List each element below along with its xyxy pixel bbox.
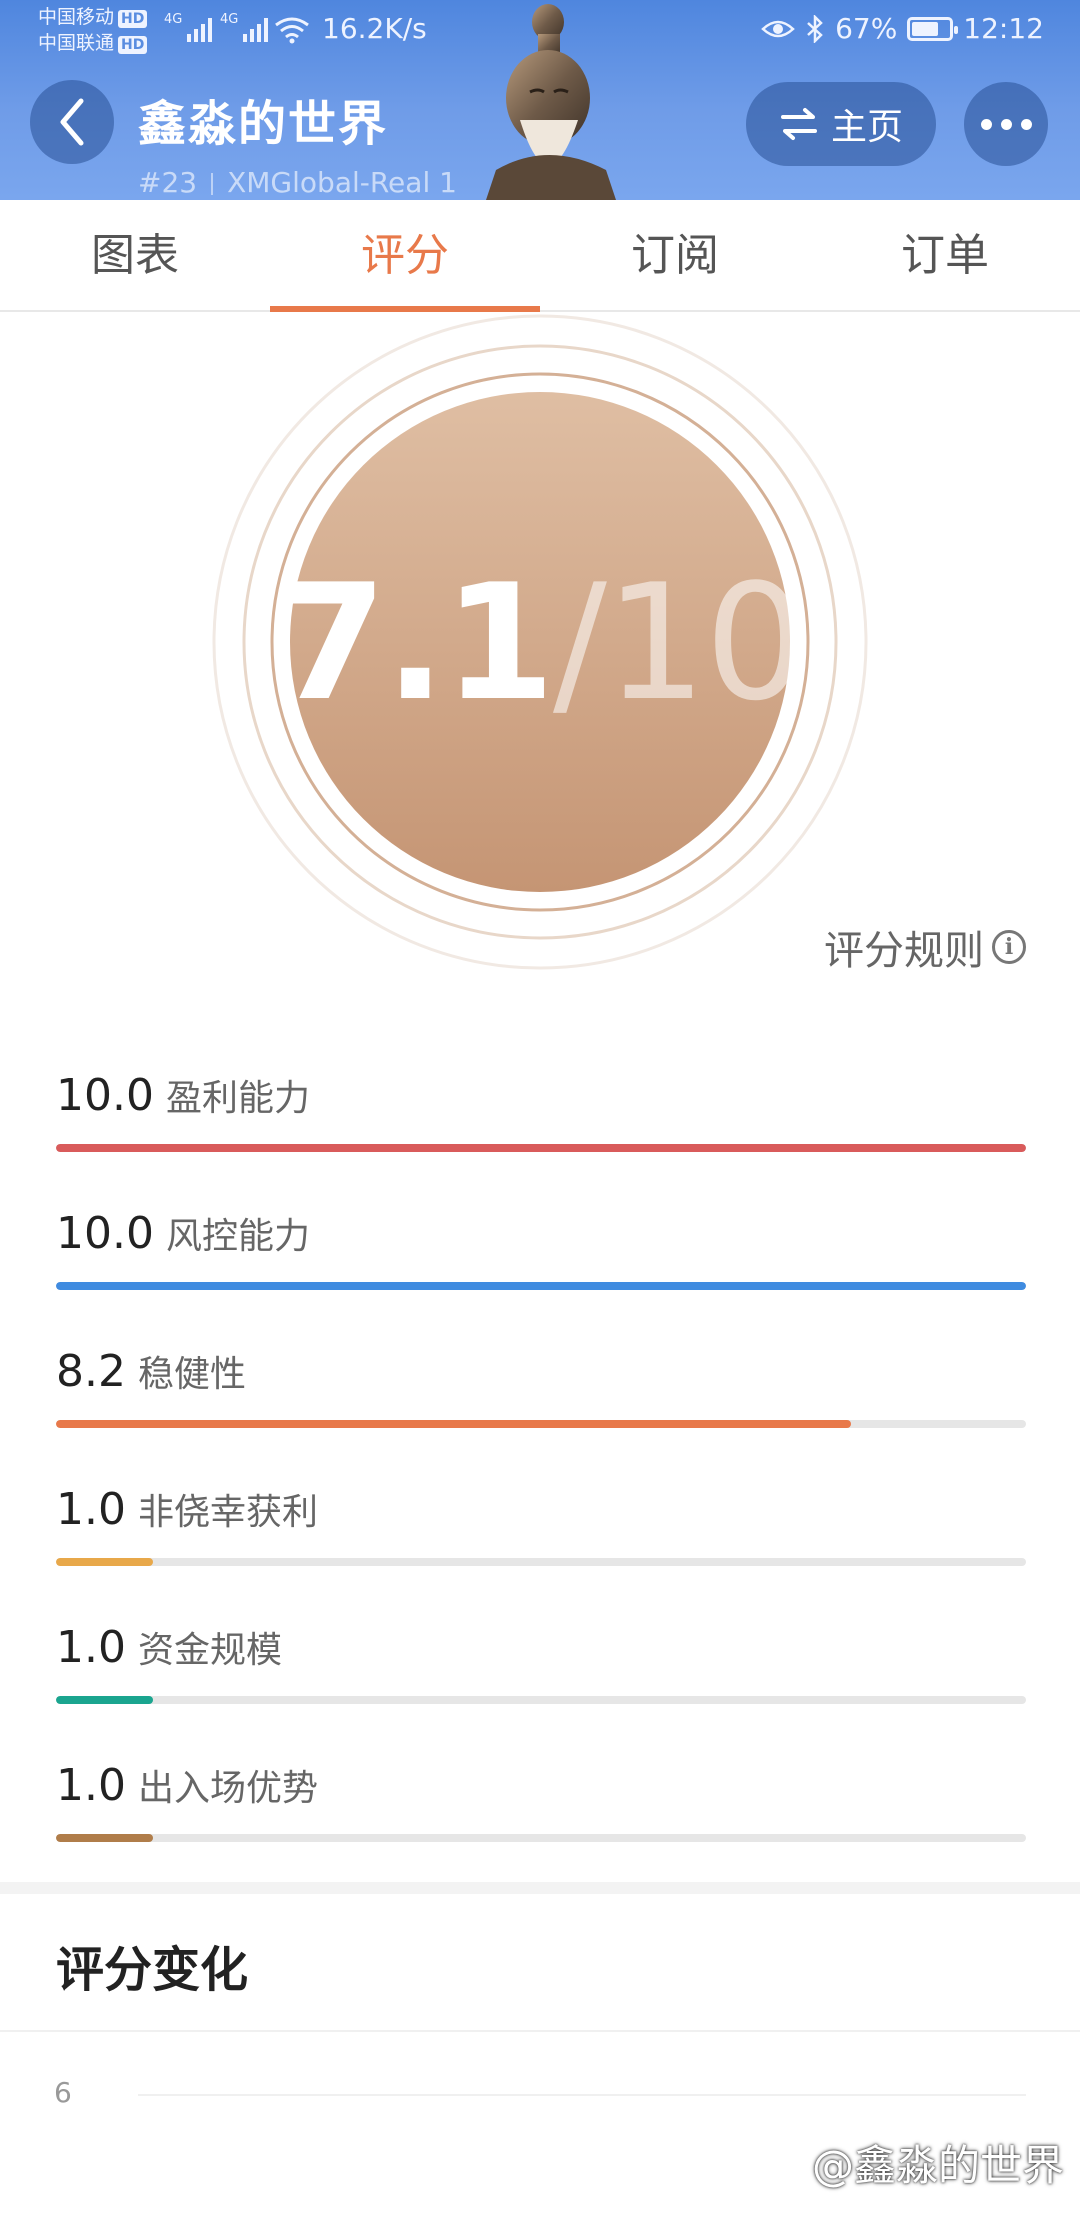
signal-icon: 4G — [220, 12, 269, 42]
watermark-text: @鑫淼的世界 — [811, 2141, 1064, 2190]
watermark: @鑫淼的世界 — [772, 2132, 1064, 2193]
net-speed: 16.2K/s — [322, 12, 427, 45]
metric-name: 风控能力 — [165, 1216, 310, 1257]
metric-bar — [56, 1696, 1026, 1704]
metric-non-luck-profit: 1.0 非侥幸获利 — [56, 1480, 1026, 1590]
home-label: 主页 — [830, 107, 903, 148]
metric-name: 非侥幸获利 — [137, 1492, 318, 1533]
metric-name: 稳健性 — [137, 1354, 246, 1395]
more-dots-icon — [980, 118, 992, 130]
more-button[interactable] — [964, 82, 1048, 166]
rank-label: #23 — [138, 166, 198, 199]
clock: 12:12 — [963, 12, 1044, 45]
metric-value: 1.0 — [56, 1484, 126, 1535]
swap-icon — [780, 108, 817, 140]
app-header: 中国移动 HD 中国联通 HD 4G 4G 16.2K/s 67% 12:12 … — [0, 0, 1080, 200]
score-number: 7.1 — [275, 548, 555, 736]
status-right: 67% 12:12 — [761, 12, 1044, 45]
tab-subscribe[interactable]: 订阅 — [540, 200, 810, 310]
metric-name: 出入场优势 — [137, 1768, 318, 1809]
chevron-left-icon — [60, 98, 84, 146]
metric-stability: 8.2 稳健性 — [56, 1342, 1026, 1452]
network-type: 4G — [164, 12, 183, 27]
metric-bar-fill — [56, 1420, 852, 1428]
metric-bar-fill — [56, 1834, 153, 1842]
account-label: XMGlobal-Real 1 — [227, 166, 457, 199]
grid-line — [138, 2094, 1026, 2096]
metric-risk-control: 10.0 风控能力 — [56, 1204, 1026, 1314]
eye-icon — [761, 20, 795, 37]
network-type: 4G — [220, 12, 239, 27]
score-value: 7.1/10 — [210, 312, 870, 972]
battery-icon — [907, 16, 959, 41]
metric-bar-fill — [56, 1144, 1026, 1152]
scoring-rules-link[interactable]: 评分规则 i — [824, 918, 1026, 976]
metric-bar — [56, 1282, 1026, 1290]
section-divider — [0, 1882, 1080, 1894]
metric-bar — [56, 1834, 1026, 1842]
metric-bar-fill — [56, 1696, 153, 1704]
metric-value: 1.0 — [56, 1622, 126, 1673]
battery-percent: 67% — [835, 12, 898, 45]
y-axis-tick: 6 — [54, 2076, 72, 2109]
bluetooth-icon — [807, 14, 823, 43]
hd-badge: HD — [118, 10, 148, 28]
metric-bar — [56, 1558, 1026, 1566]
metric-bar-fill — [56, 1282, 1026, 1290]
tab-chart[interactable]: 图表 — [0, 200, 270, 310]
metric-bar-fill — [56, 1558, 153, 1566]
hd-badge: HD — [118, 36, 148, 54]
metric-value: 10.0 — [56, 1208, 154, 1259]
score-history-title: 评分变化 — [56, 1942, 249, 1998]
home-button[interactable]: 主页 — [746, 82, 936, 166]
tab-bar: 图表 评分 订阅 订单 — [0, 200, 1080, 312]
rules-label: 评分规则 — [824, 928, 984, 974]
carrier-2: 中国联通 — [38, 32, 115, 54]
metric-profitability: 10.0 盈利能力 — [56, 1066, 1026, 1176]
carrier-info: 中国移动 HD 中国联通 HD — [38, 4, 148, 56]
metric-value: 8.2 — [56, 1346, 126, 1397]
wifi-icon — [275, 17, 309, 44]
statue-image — [486, 4, 616, 200]
score-denominator: /10 — [552, 548, 806, 736]
info-icon: i — [992, 930, 1026, 964]
metric-entry-exit-advantage: 1.0 出入场优势 — [56, 1756, 1026, 1866]
metric-bar — [56, 1420, 1026, 1428]
metric-value: 1.0 — [56, 1760, 126, 1811]
section-line — [0, 2030, 1080, 2032]
page-title: 鑫淼的世界 — [138, 96, 389, 152]
tab-orders[interactable]: 订单 — [810, 200, 1080, 310]
metric-bar — [56, 1144, 1026, 1152]
score-dial: 7.1/10 — [210, 312, 870, 972]
carrier-1: 中国移动 — [38, 6, 115, 28]
back-button[interactable] — [30, 80, 114, 164]
metric-name: 盈利能力 — [165, 1078, 310, 1119]
tab-score[interactable]: 评分 — [270, 200, 540, 312]
metric-value: 10.0 — [56, 1070, 154, 1121]
signal-icon: 4G — [164, 12, 213, 42]
account-subtitle: #23 XMGlobal-Real 1 — [138, 166, 457, 199]
metric-capital-scale: 1.0 资金规模 — [56, 1618, 1026, 1728]
metric-name: 资金规模 — [137, 1630, 282, 1671]
weibo-logo-icon — [776, 2151, 802, 2176]
